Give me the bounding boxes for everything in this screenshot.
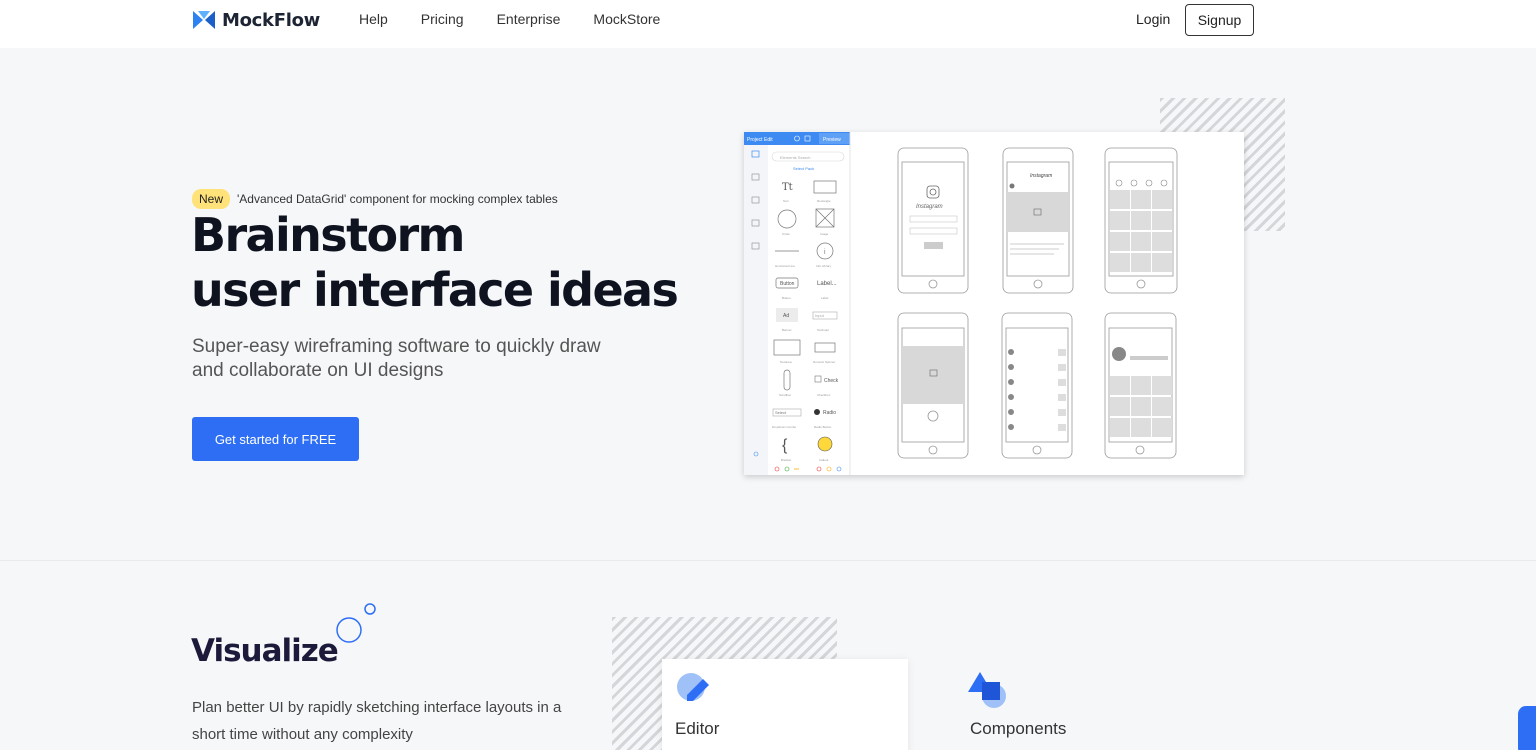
caption-info-library: Info Library bbox=[816, 264, 832, 268]
caption-scrollbar: Scrollbar bbox=[779, 393, 791, 397]
nav-links: Help Pricing Enterprise MockStore bbox=[359, 11, 693, 27]
select-pack: Select Pack bbox=[793, 166, 814, 171]
caption-dropdown-combo: Dropdown Combo bbox=[772, 425, 797, 429]
mockflow-logo-icon bbox=[193, 11, 215, 29]
toolbar-preview: Preview bbox=[823, 137, 841, 143]
component-select-text: Select bbox=[775, 410, 787, 415]
nav-link-pricing[interactable]: Pricing bbox=[421, 11, 464, 27]
instagram-wordmark: Instagram bbox=[916, 204, 943, 210]
login-link[interactable]: Login bbox=[1136, 11, 1170, 27]
visualize-description: Plan better UI by rapidly sketching inte… bbox=[192, 699, 562, 743]
new-badge: New bbox=[192, 189, 231, 209]
hero-title-line1: Brainstorm bbox=[191, 208, 466, 262]
component-label-text: Label... bbox=[817, 281, 837, 287]
elements-search: Elements Search bbox=[780, 155, 810, 160]
toolbar-edit: Edit bbox=[764, 137, 773, 143]
announcement[interactable]: New 'Advanced DataGrid' component for mo… bbox=[192, 189, 558, 209]
hero-subtitle-line1: Super-easy wireframing software to quick… bbox=[192, 336, 601, 357]
caption-bracket: Bracket bbox=[781, 458, 791, 462]
app-screenshot-illustration: Project Edit Preview Elements Search Sel… bbox=[744, 132, 1178, 475]
caption-callout: Callout bbox=[819, 458, 829, 462]
instagram-feed-title: Instagram bbox=[1030, 173, 1052, 179]
signup-button[interactable]: Signup bbox=[1185, 4, 1254, 36]
hero-title: Brainstorm user interface ideas bbox=[191, 208, 679, 318]
nav-link-enterprise[interactable]: Enterprise bbox=[497, 11, 561, 27]
mockflow-logo[interactable]: MockFlow bbox=[192, 9, 320, 31]
announcement-text: 'Advanced DataGrid' component for mockin… bbox=[237, 192, 558, 206]
visualize-title: Visualize bbox=[191, 633, 339, 669]
get-started-button[interactable]: Get started for FREE bbox=[192, 417, 359, 461]
component-button-text: Button bbox=[780, 281, 795, 287]
components-icon bbox=[968, 672, 1006, 708]
component-input-text: Input bbox=[815, 313, 825, 318]
caption-checkbox: Checkbox bbox=[817, 393, 831, 397]
caption-label: Label bbox=[821, 296, 829, 300]
component-radio-text: Radio bbox=[823, 410, 836, 416]
caption-text: Text bbox=[783, 199, 789, 203]
svg-text:Tt: Tt bbox=[782, 182, 793, 193]
hero-subtitle: Super-easy wireframing software to quick… bbox=[192, 335, 612, 383]
caption-image: Image bbox=[820, 232, 829, 236]
logo-text: MockFlow bbox=[222, 9, 320, 31]
top-nav: MockFlow Help Pricing Enterprise MockSto… bbox=[0, 0, 1536, 48]
pencil-icon bbox=[677, 673, 709, 701]
nav-link-mockstore[interactable]: MockStore bbox=[593, 11, 660, 27]
caption-banner: Banner bbox=[782, 328, 792, 332]
caption-horizontal-line: Horizontal Line bbox=[775, 264, 795, 268]
caption-textarea: Textarea bbox=[780, 360, 792, 364]
svg-text:{: { bbox=[782, 437, 788, 454]
hero-title-line2: user interface ideas bbox=[191, 263, 679, 317]
decorative-circles-icon bbox=[336, 603, 376, 643]
component-check-text: Check bbox=[824, 378, 839, 384]
caption-numeric-spinner: Numeric Spinner bbox=[813, 360, 835, 364]
caption-rectangle: Rectangle bbox=[817, 199, 831, 203]
caption-textinput: Textinput bbox=[817, 328, 829, 332]
hero-subtitle-line2: and collaborate on UI designs bbox=[192, 360, 444, 381]
caption-circle: Circle bbox=[782, 232, 790, 236]
component-ad-text: Ad bbox=[783, 313, 789, 319]
app-screenshot: Project Edit Preview Elements Search Sel… bbox=[744, 132, 1244, 475]
nav-link-help[interactable]: Help bbox=[359, 11, 388, 27]
toolbar-project: Project bbox=[747, 137, 763, 143]
components-label: Components bbox=[970, 719, 1067, 738]
chat-button[interactable] bbox=[1518, 706, 1536, 750]
editor-card[interactable]: Editor bbox=[662, 659, 908, 750]
caption-button: Button bbox=[782, 296, 791, 300]
editor-card-label: Editor bbox=[675, 719, 720, 738]
caption-radio-button: Radio Button bbox=[814, 425, 832, 429]
